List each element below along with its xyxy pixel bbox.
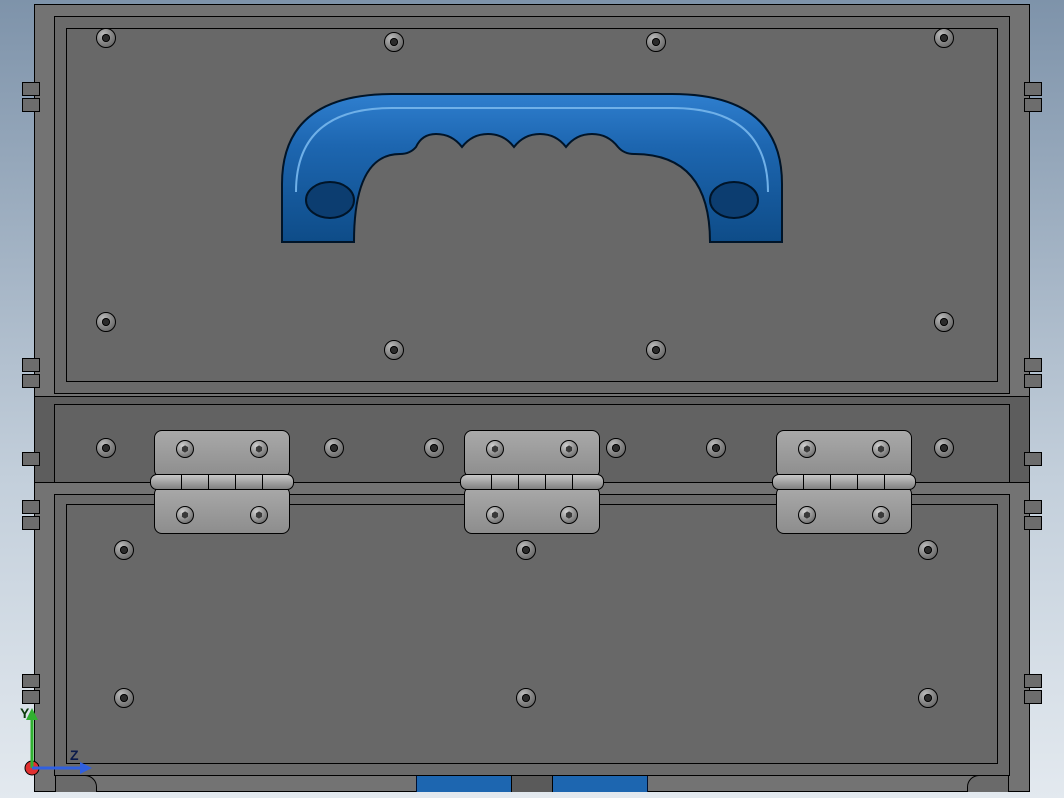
hinge-1-screw-3 (560, 506, 578, 524)
hinge-0-knuckle-4 (262, 474, 263, 490)
base-screw-3 (114, 688, 134, 708)
hinge-2-knuckle-4 (884, 474, 885, 490)
base-screw-4 (516, 688, 536, 708)
hinge-0-leaf-bottom (154, 486, 290, 534)
view-orientation-triad[interactable]: Y Z (16, 704, 96, 784)
base-screw-1 (516, 540, 536, 560)
hinge-2-knuckle-1 (803, 474, 804, 490)
hinge-0-knuckle-3 (235, 474, 236, 490)
side-stub-9 (22, 516, 40, 530)
mid-screw-3 (606, 438, 626, 458)
hinge-1-leaf-bottom (464, 486, 600, 534)
base-screw-0 (114, 540, 134, 560)
hinge-1-knuckle-4 (572, 474, 573, 490)
hinge-2-leaf-bottom (776, 486, 912, 534)
hinge-0-screw-0 (176, 440, 194, 458)
side-stub-13 (22, 690, 40, 704)
hinge-2-screw-3 (872, 506, 890, 524)
model-case-assembly[interactable] (34, 4, 1030, 794)
mid-screw-2 (424, 438, 444, 458)
hinge-2-screw-2 (798, 506, 816, 524)
side-stub-17 (1024, 452, 1042, 466)
axis-y: Y (20, 705, 38, 768)
side-stub-7 (1024, 374, 1042, 388)
hinge-0-screw-3 (250, 506, 268, 524)
hinge-1 (464, 430, 600, 534)
lid-screw-7 (646, 340, 666, 360)
hinge-1-screw-0 (486, 440, 504, 458)
foot-notch-right (967, 775, 1009, 792)
side-stub-1 (22, 98, 40, 112)
side-stub-4 (22, 358, 40, 372)
lid-screw-0 (96, 28, 116, 48)
cad-viewport[interactable]: Y Z (0, 0, 1064, 798)
axis-z-label: Z (70, 747, 79, 763)
side-stub-15 (1024, 690, 1042, 704)
hinge-1-screw-1 (560, 440, 578, 458)
side-stub-2 (1024, 82, 1042, 96)
side-stub-14 (1024, 674, 1042, 688)
hinge-0-leaf-top (154, 430, 290, 478)
side-stub-5 (22, 374, 40, 388)
mid-screw-5 (934, 438, 954, 458)
side-stub-8 (22, 500, 40, 514)
hinge-2-knuckle-2 (830, 474, 831, 490)
lid-screw-6 (384, 340, 404, 360)
hinge-2-pin (772, 474, 916, 490)
hinge-2-screw-1 (872, 440, 890, 458)
hinge-1-pin (460, 474, 604, 490)
lid-inner-panel (66, 28, 998, 382)
axis-z: Z (32, 747, 92, 774)
hinge-2-screw-0 (798, 440, 816, 458)
side-stub-10 (1024, 500, 1042, 514)
lid-screw-5 (934, 312, 954, 332)
hinge-0-screw-1 (250, 440, 268, 458)
base-screw-5 (918, 688, 938, 708)
hinge-1-leaf-top (464, 430, 600, 478)
mid-screw-0 (96, 438, 116, 458)
lid-screw-4 (96, 312, 116, 332)
hinge-0-screw-2 (176, 506, 194, 524)
hinge-0-pin (150, 474, 294, 490)
hinge-2-leaf-top (776, 430, 912, 478)
hinge-0-knuckle-2 (208, 474, 209, 490)
hinge-2 (776, 430, 912, 534)
side-stub-16 (22, 452, 40, 466)
side-stub-3 (1024, 98, 1042, 112)
side-stub-12 (22, 674, 40, 688)
axis-y-label: Y (20, 705, 30, 721)
hinge-1-knuckle-3 (545, 474, 546, 490)
lid-screw-3 (646, 32, 666, 52)
lid-screw-1 (934, 28, 954, 48)
side-stub-11 (1024, 516, 1042, 530)
hinge-1-screw-2 (486, 506, 504, 524)
side-stub-0 (22, 82, 40, 96)
hinge-0 (154, 430, 290, 534)
hinge-1-knuckle-2 (518, 474, 519, 490)
hinge-1-knuckle-1 (491, 474, 492, 490)
lid-screw-2 (384, 32, 404, 52)
hinge-2-knuckle-3 (857, 474, 858, 490)
mid-screw-1 (324, 438, 344, 458)
hinge-0-knuckle-1 (181, 474, 182, 490)
side-stub-6 (1024, 358, 1042, 372)
base-screw-2 (918, 540, 938, 560)
mid-screw-4 (706, 438, 726, 458)
